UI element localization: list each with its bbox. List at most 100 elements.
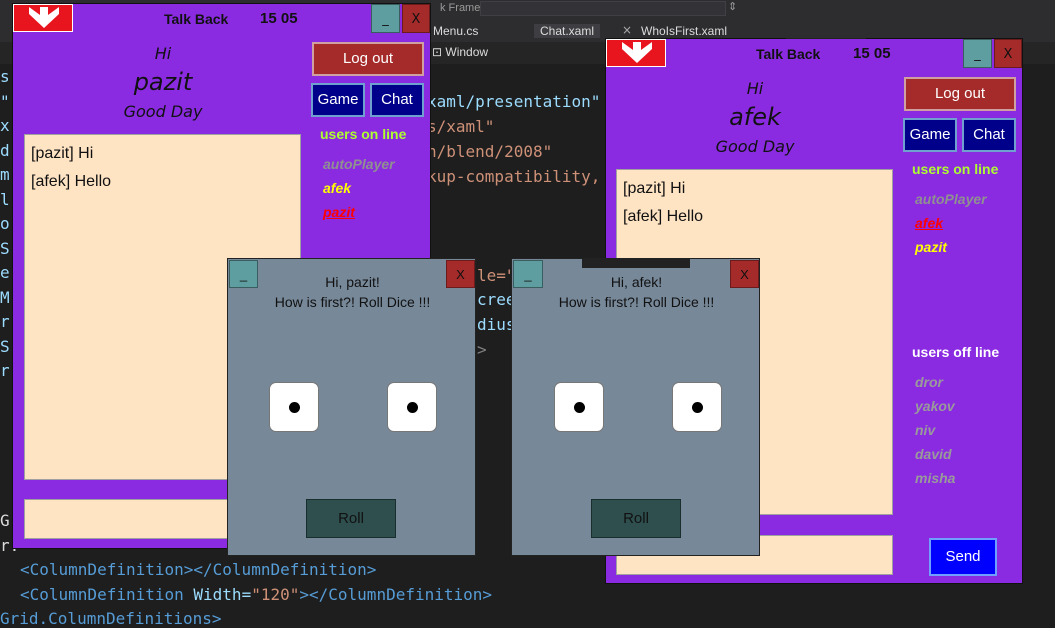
logout-button[interactable]: Log out — [312, 42, 424, 76]
username-text: pazit — [133, 68, 193, 96]
greeting-text: Hi — [154, 44, 172, 63]
offline-user-yakov[interactable]: yakov — [915, 398, 955, 414]
dice-instruction: How is first?! Roll Dice !!! — [558, 294, 715, 310]
window-title: Talk Back — [756, 46, 821, 62]
app-logo-icon[interactable] — [606, 39, 666, 67]
gutter-char: r — [0, 361, 10, 380]
close-button[interactable]: X — [994, 39, 1022, 68]
dropdown-caret-icon[interactable]: ⇕ — [728, 0, 737, 13]
code-fragment-4: > — [477, 340, 487, 359]
die-right — [672, 382, 722, 432]
online-user-autoplayer[interactable]: autoPlayer — [915, 191, 987, 207]
gutter-char: o — [0, 214, 10, 233]
gutter-char: S — [0, 238, 10, 258]
gutter-char: r — [0, 312, 10, 331]
game-button[interactable]: Game — [311, 83, 365, 117]
die-pip — [289, 402, 300, 413]
code-line-blend: n/blend/2008" — [427, 142, 553, 161]
username-text: afek — [729, 103, 781, 131]
good-day-text: Good Day — [715, 137, 795, 156]
code-column-definitions-close: Grid.ColumnDefinitions> — [0, 609, 222, 628]
dice-greeting: Hi, afek! — [610, 274, 663, 290]
die-pip — [407, 402, 418, 413]
gutter-char: l — [0, 189, 10, 209]
code-line-xaml: s/xaml" — [427, 117, 495, 136]
die-pip — [692, 402, 703, 413]
die-right — [387, 382, 437, 432]
stack-frame-dropdown[interactable] — [480, 1, 726, 16]
offline-user-david[interactable]: david — [915, 446, 952, 462]
online-user-autoplayer[interactable]: autoPlayer — [323, 156, 395, 172]
gutter-char: s — [0, 67, 10, 86]
window-time: 15 05 — [853, 45, 891, 62]
code-column-definition-2: <ColumnDefinition Width="120"></ColumnDe… — [20, 585, 492, 604]
code-column-definition-1: <ColumnDefinition></ColumnDefinition> — [20, 560, 376, 579]
online-user-pazit[interactable]: pazit — [915, 239, 947, 255]
gutter-char: S — [0, 336, 10, 356]
app-logo-icon[interactable] — [13, 4, 73, 32]
gutter-char: e — [0, 263, 10, 282]
users-offline-header: users off line — [912, 344, 1000, 360]
gutter-char: x — [0, 116, 10, 135]
tab-chat-xaml[interactable]: Chat.xaml — [534, 24, 601, 38]
code-tag-open: <ColumnDefinition — [20, 585, 184, 604]
window-title: Talk Back — [164, 11, 229, 27]
roll-button[interactable]: Roll — [591, 499, 681, 538]
code-tag-close: ></ColumnDefinition> — [299, 585, 493, 604]
chat-message: [pazit] Hi — [31, 145, 94, 162]
code-line-xmlns: xaml/presentation" — [427, 92, 601, 111]
minimize-button[interactable]: _ — [963, 39, 992, 68]
offline-user-misha[interactable]: misha — [915, 470, 955, 486]
dice-greeting: Hi, pazit! — [325, 274, 380, 290]
users-online-header: users on line — [320, 126, 407, 142]
close-button[interactable]: X — [402, 4, 430, 33]
gutter-char: d — [0, 140, 10, 160]
chat-button[interactable]: Chat — [962, 118, 1016, 152]
die-left — [554, 382, 604, 432]
gutter-char: m — [0, 165, 10, 184]
die-pip — [574, 402, 585, 413]
offline-user-dror[interactable]: dror — [915, 374, 943, 390]
tab-whoisfirst-xaml[interactable]: WhoIsFirst.xaml — [641, 24, 727, 38]
chat-message: [afek] Hello — [31, 173, 112, 190]
offline-user-niv[interactable]: niv — [915, 422, 935, 438]
greeting-text: Hi — [746, 79, 764, 98]
code-fragment-3: dius — [477, 315, 516, 334]
code-tag-close: </ColumnDefinition> — [193, 560, 377, 579]
send-button[interactable]: Send — [929, 538, 997, 576]
gutter-bottom-1: G — [0, 511, 10, 530]
online-user-afek[interactable]: afek — [915, 215, 943, 231]
gutter-char: " — [0, 91, 10, 111]
code-value: "120" — [251, 585, 300, 604]
minimize-button[interactable]: _ — [371, 4, 400, 33]
chat-message: [afek] Hello — [623, 208, 704, 225]
dice-instruction: How is first?! Roll Dice !!! — [274, 294, 431, 310]
good-day-text: Good Day — [123, 102, 203, 121]
code-tag-open: <ColumnDefinition> — [20, 560, 194, 579]
dice-window-afek: _ X Hi, afek! How is first?! Roll Dice !… — [511, 258, 760, 556]
code-attr: Width= — [183, 585, 252, 604]
title-bar[interactable]: Talk Back 15 05 _ X — [13, 4, 430, 35]
code-fragment-2: cree — [477, 290, 516, 309]
game-button[interactable]: Game — [903, 118, 957, 152]
stack-frame-label: k Frame: — [440, 2, 484, 14]
chat-message: [pazit] Hi — [623, 180, 686, 197]
roll-button[interactable]: Roll — [306, 499, 396, 538]
online-user-afek[interactable]: afek — [323, 180, 351, 196]
gutter-char: M — [0, 287, 10, 307]
chat-button[interactable]: Chat — [370, 83, 424, 117]
users-online-header: users on line — [912, 161, 999, 177]
die-left — [269, 382, 319, 432]
online-user-pazit[interactable]: pazit — [323, 204, 355, 220]
dice-window-pazit: _ X Hi, pazit! How is first?! Roll Dice … — [227, 258, 476, 556]
navigation-window-label: Window — [445, 45, 489, 59]
window-time: 15 05 — [260, 10, 298, 27]
title-bar[interactable]: Talk Back 15 05 _ X — [606, 39, 1022, 70]
code-fragment-1: le=" — [477, 266, 516, 285]
drag-grip[interactable] — [582, 259, 690, 268]
code-line-compat: kup-compatibility, — [427, 167, 601, 186]
tab-menu-cs[interactable]: Menu.cs — [433, 24, 478, 38]
logout-button[interactable]: Log out — [904, 77, 1016, 111]
navigation-window-item[interactable]: ⊡ Window — [432, 45, 488, 59]
tab-close-icon[interactable]: × — [622, 23, 632, 37]
